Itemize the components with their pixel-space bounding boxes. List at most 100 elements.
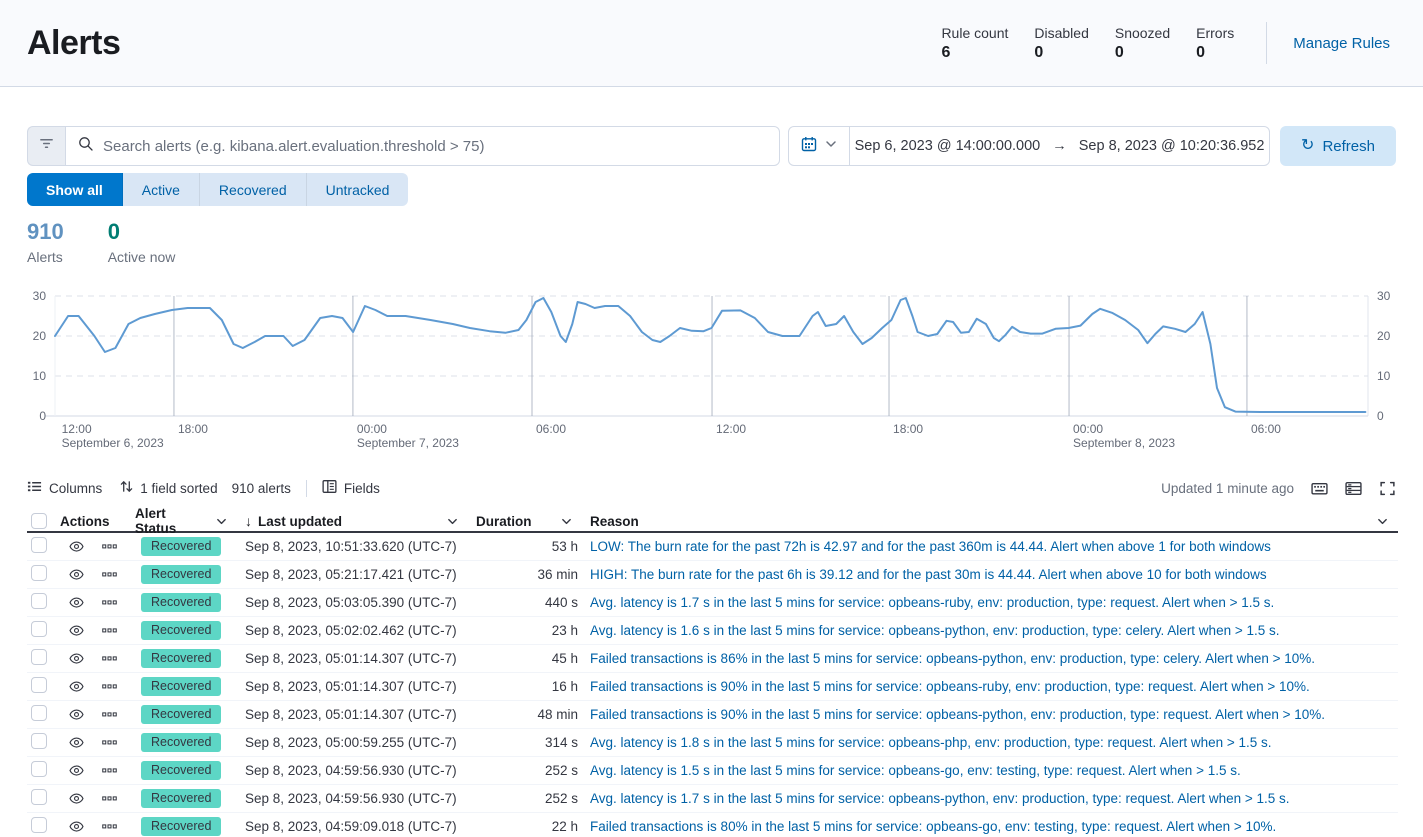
rule-stats: Rule count 6 Disabled 0 Snoozed 0 Errors…	[941, 25, 1234, 62]
column-reason[interactable]: Reason	[582, 514, 1398, 529]
reason-link[interactable]: Avg. latency is 1.6 s in the last 5 mins…	[590, 623, 1280, 638]
fields-button[interactable]: Fields	[322, 479, 380, 497]
date-picker-menu-button[interactable]	[789, 127, 850, 165]
keyboard-shortcuts-icon[interactable]	[1311, 480, 1328, 497]
reason-link[interactable]: Failed transactions is 86% in the last 5…	[590, 651, 1315, 666]
more-actions-icon[interactable]	[102, 682, 117, 691]
row-checkbox[interactable]	[31, 761, 47, 777]
more-actions-icon[interactable]	[102, 794, 117, 803]
table-row: Recovered Sep 8, 2023, 04:59:56.930 (UTC…	[27, 757, 1398, 785]
row-checkbox[interactable]	[31, 593, 47, 609]
status-badge: Recovered	[141, 649, 221, 668]
filter-button[interactable]	[27, 126, 65, 166]
view-alert-details-eye-icon[interactable]	[69, 791, 84, 806]
status-badge: Recovered	[141, 733, 221, 752]
status-badge: Recovered	[141, 565, 221, 584]
row-checkbox[interactable]	[31, 621, 47, 637]
more-actions-icon[interactable]	[102, 626, 117, 635]
chevron-down-icon[interactable]	[447, 516, 468, 527]
table-body: Recovered Sep 8, 2023, 10:51:33.620 (UTC…	[27, 533, 1398, 837]
more-actions-icon[interactable]	[102, 654, 117, 663]
manage-rules-link[interactable]: Manage Rules	[1293, 35, 1390, 52]
columns-button[interactable]: Columns	[27, 479, 102, 497]
reason-link[interactable]: Failed transactions is 80% in the last 5…	[590, 819, 1276, 834]
date-range-picker: Sep 6, 2023 @ 14:00:00.000 → Sep 8, 2023…	[788, 126, 1270, 166]
more-actions-icon[interactable]	[102, 738, 117, 747]
column-alert-status[interactable]: Alert Status	[127, 506, 237, 536]
sort-fields-button[interactable]: 1 field sorted	[120, 479, 217, 497]
last-updated-cell: Sep 8, 2023, 04:59:56.930 (UTC-7)	[237, 763, 468, 778]
refresh-icon: ↻	[1301, 138, 1314, 154]
more-actions-icon[interactable]	[102, 822, 117, 831]
row-checkbox[interactable]	[31, 733, 47, 749]
reason-link[interactable]: HIGH: The burn rate for the past 6h is 3…	[590, 567, 1267, 582]
last-updated-cell: Sep 8, 2023, 05:01:14.307 (UTC-7)	[237, 679, 468, 694]
more-actions-icon[interactable]	[102, 598, 117, 607]
reason-link[interactable]: Avg. latency is 1.7 s in the last 5 mins…	[590, 595, 1274, 610]
row-checkbox[interactable]	[31, 649, 47, 665]
filter-tab-recovered[interactable]: Recovered	[200, 173, 307, 206]
reason-link[interactable]: Avg. latency is 1.8 s in the last 5 mins…	[590, 735, 1272, 750]
table-header-row: Actions Alert Status ↓ Last updated Dura…	[27, 506, 1398, 533]
column-duration[interactable]: Duration	[468, 514, 582, 529]
chevron-down-icon[interactable]	[561, 516, 582, 527]
more-actions-icon[interactable]	[102, 710, 117, 719]
view-alert-details-eye-icon[interactable]	[69, 651, 84, 666]
header-divider	[1266, 22, 1267, 64]
fullscreen-icon[interactable]	[1379, 480, 1396, 497]
table-row: Recovered Sep 8, 2023, 05:21:17.421 (UTC…	[27, 561, 1398, 589]
view-alert-details-eye-icon[interactable]	[69, 595, 84, 610]
row-checkbox[interactable]	[31, 789, 47, 805]
view-alert-details-eye-icon[interactable]	[69, 539, 84, 554]
row-checkbox[interactable]	[31, 537, 47, 553]
chart-y-tick-label: 30	[1377, 289, 1390, 303]
row-checkbox[interactable]	[31, 817, 47, 833]
select-all-checkbox[interactable]	[31, 513, 47, 529]
column-last-updated[interactable]: ↓ Last updated	[237, 513, 468, 529]
duration-cell: 36 min	[468, 567, 582, 582]
status-badge: Recovered	[141, 537, 221, 556]
chart-y-tick-label: 10	[6, 369, 46, 383]
reason-link[interactable]: Failed transactions is 90% in the last 5…	[590, 707, 1325, 722]
reason-link[interactable]: Failed transactions is 90% in the last 5…	[590, 679, 1310, 694]
duration-cell: 48 min	[468, 707, 582, 722]
row-checkbox[interactable]	[31, 565, 47, 581]
display-density-icon[interactable]	[1345, 480, 1362, 497]
view-alert-details-eye-icon[interactable]	[69, 623, 84, 638]
stat-disabled: Disabled 0	[1034, 25, 1088, 62]
stat-errors: Errors 0	[1196, 25, 1234, 62]
view-alert-details-eye-icon[interactable]	[69, 735, 84, 750]
filter-tab-show-all[interactable]: Show all	[27, 173, 123, 206]
status-badge: Recovered	[141, 621, 221, 640]
duration-cell: 22 h	[468, 819, 582, 834]
duration-cell: 45 h	[468, 651, 582, 666]
view-alert-details-eye-icon[interactable]	[69, 763, 84, 778]
reason-link[interactable]: Avg. latency is 1.7 s in the last 5 mins…	[590, 791, 1290, 806]
last-updated-cell: Sep 8, 2023, 05:01:14.307 (UTC-7)	[237, 651, 468, 666]
chevron-down-icon[interactable]	[1377, 516, 1398, 527]
view-alert-details-eye-icon[interactable]	[69, 567, 84, 582]
chart-x-tick-sublabel: September 7, 2023	[357, 436, 459, 450]
sort-desc-icon: ↓	[245, 513, 252, 529]
row-checkbox[interactable]	[31, 705, 47, 721]
refresh-button[interactable]: ↻ Refresh	[1280, 126, 1396, 166]
view-alert-details-eye-icon[interactable]	[69, 707, 84, 722]
view-alert-details-eye-icon[interactable]	[69, 679, 84, 694]
stat-snoozed: Snoozed 0	[1115, 25, 1170, 62]
view-alert-details-eye-icon[interactable]	[69, 819, 84, 834]
date-range-start[interactable]: Sep 6, 2023 @ 14:00:00.000	[855, 138, 1041, 154]
filter-tab-active[interactable]: Active	[123, 173, 200, 206]
more-actions-icon[interactable]	[102, 542, 117, 551]
chart-y-tick-label: 20	[6, 329, 46, 343]
filter-tab-untracked[interactable]: Untracked	[307, 173, 409, 206]
search-input[interactable]	[103, 138, 767, 155]
reason-link[interactable]: LOW: The burn rate for the past 72h is 4…	[590, 539, 1271, 554]
chart-x-tick-label: 06:00	[1251, 422, 1281, 436]
reason-link[interactable]: Avg. latency is 1.5 s in the last 5 mins…	[590, 763, 1241, 778]
date-range-end[interactable]: Sep 8, 2023 @ 10:20:36.952	[1079, 138, 1265, 154]
chevron-down-icon[interactable]	[216, 516, 237, 527]
more-actions-icon[interactable]	[102, 570, 117, 579]
more-actions-icon[interactable]	[102, 766, 117, 775]
row-checkbox[interactable]	[31, 677, 47, 693]
last-updated-cell: Sep 8, 2023, 04:59:09.018 (UTC-7)	[237, 819, 468, 834]
